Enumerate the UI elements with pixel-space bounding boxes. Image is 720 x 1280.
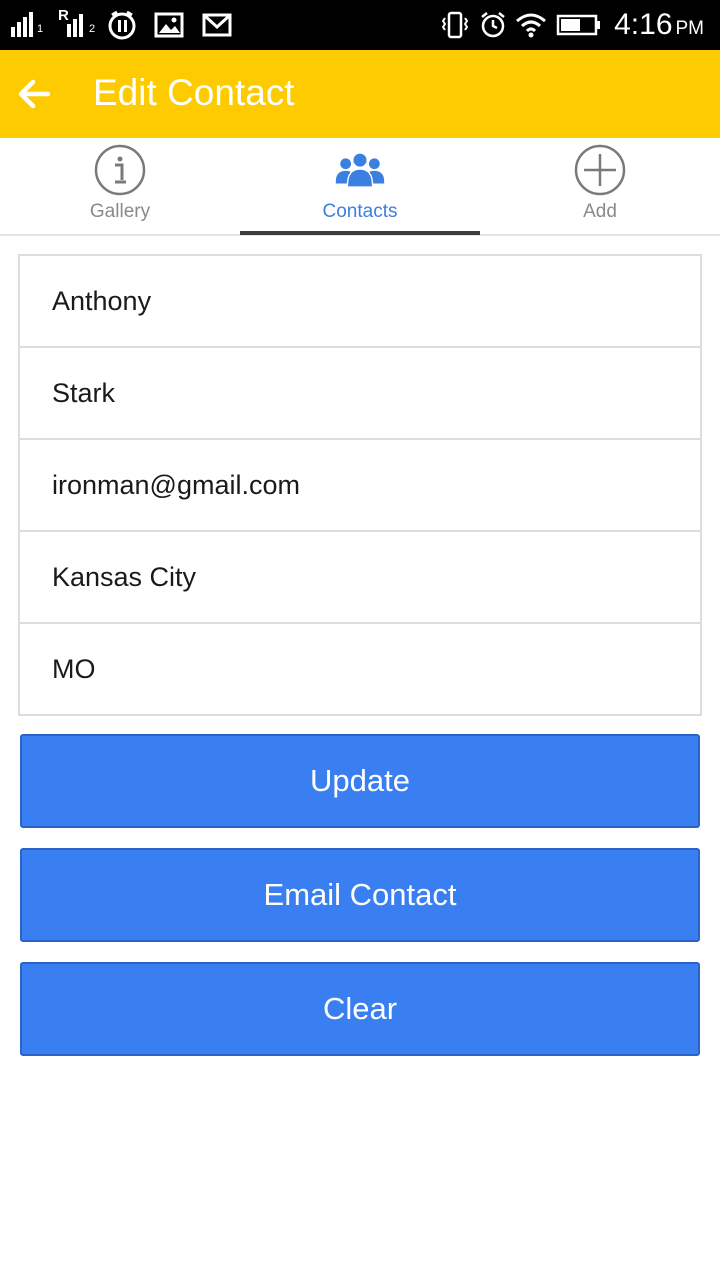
status-time: 4:16 PM [614,8,704,42]
people-group-icon [334,144,386,196]
state-row [20,624,700,716]
sim1-label: 1 [37,23,44,35]
signal-sim2-icon: R 2 [58,7,98,41]
tab-bar: Gallery Contacts Add [0,138,720,236]
battery-icon [556,9,602,41]
info-circle-icon [94,144,146,196]
ampm-text: PM [675,18,705,39]
tab-add[interactable]: Add [480,138,720,236]
first-name-row [20,256,700,348]
signal-sim1-icon: 1 [10,9,44,41]
email-row [20,440,700,532]
contact-form [18,254,702,716]
state-field[interactable] [52,624,682,714]
tab-gallery-label: Gallery [89,201,151,222]
sim2-label: 2 [89,23,96,35]
gmail-icon [202,9,232,41]
vibrate-icon [440,9,470,41]
first-name-field[interactable] [52,256,682,346]
city-row [20,532,700,624]
sync-icon [106,9,138,41]
status-bar: 1 R 2 4:16 PM [0,0,720,50]
tab-contacts-label: Contacts [322,201,398,222]
last-name-field[interactable] [52,348,682,438]
app-bar: Edit Contact [0,50,720,138]
email-field[interactable] [52,440,682,530]
time-text: 4:16 [614,8,673,41]
alarm-icon [478,9,508,41]
clear-button[interactable]: Clear [20,962,700,1056]
tab-contacts[interactable]: Contacts [240,138,480,236]
email-contact-button[interactable]: Email Contact [20,848,700,942]
active-tab-indicator [240,231,480,235]
roaming-label: R [58,7,69,24]
city-field[interactable] [52,532,682,622]
page-title: Edit Contact [93,72,295,113]
last-name-row [20,348,700,440]
wifi-icon [514,9,548,41]
back-button[interactable] [10,70,58,118]
image-icon [154,9,184,41]
plus-circle-icon [574,144,626,196]
tab-gallery[interactable]: Gallery [0,138,240,236]
tab-add-label: Add [583,201,617,222]
update-button[interactable]: Update [20,734,700,828]
arrow-back-icon [18,79,51,109]
